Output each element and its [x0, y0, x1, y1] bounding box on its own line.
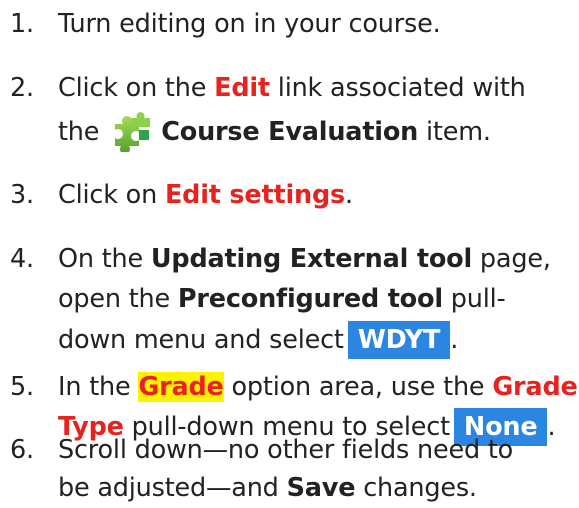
save-label: Save [286, 473, 356, 503]
updating-external-tool-label: Updating External tool [150, 244, 473, 274]
step-number: 1. [10, 9, 34, 39]
step-text: Turn editing on in your course. [58, 9, 441, 39]
step-number: 6. [10, 435, 34, 465]
text-segment: Click on [58, 180, 165, 210]
text-segment: . [450, 325, 459, 355]
step-number: 3. [10, 180, 34, 210]
course-evaluation-label: Course Evaluation [161, 117, 419, 147]
step-text: Click on Edit settings. [58, 175, 353, 215]
edit-settings-label: Edit settings [164, 180, 345, 210]
step-text-line-1: Scroll down—no other fields need to [58, 435, 514, 465]
text-segment: link associated with [269, 73, 526, 103]
step-number: 4. [10, 244, 34, 274]
text-segment: . [547, 412, 556, 442]
step-number: 5. [10, 372, 34, 402]
text-segment: On the [58, 244, 151, 274]
instruction-list: 1. Turn editing on in your course. 2. Cl… [0, 0, 579, 506]
step-text-line-3: down menu and select WDYT. [58, 320, 458, 360]
text-segment: pull- [442, 284, 506, 314]
wdyt-option-badge: WDYT [347, 321, 451, 359]
step-text-line-2: open the Preconfigured tool pull- [58, 279, 506, 319]
step-text-line-1: On the Updating External tool page, [58, 239, 551, 279]
text-segment: option area, use the [223, 372, 493, 402]
text-segment: . [345, 180, 353, 210]
preconfigured-tool-label: Preconfigured tool [177, 284, 443, 314]
text-segment: page, [472, 244, 551, 274]
step-number: 2. [10, 73, 34, 103]
text-segment: down menu and select [58, 325, 344, 355]
text-segment: the [58, 117, 100, 147]
puzzle-piece-icon [105, 112, 153, 154]
grade-highlight-label: Grade [138, 372, 224, 402]
text-segment: Click on the [58, 73, 215, 103]
step-text-line-2: be adjusted—and Save changes. [58, 468, 477, 508]
text-segment: be adjusted—and [58, 473, 287, 503]
text-segment: item. [418, 117, 491, 147]
step-text-line-1: In the Grade option area, use the Grade [58, 367, 578, 407]
step-text-line-1: Click on the Edit link associated with [58, 68, 526, 108]
text-segment: In the [58, 372, 139, 402]
step-text-line-2: the Course Evaluation item. [58, 112, 491, 154]
edit-link-label: Edit [214, 73, 270, 103]
grade-type-label-part-1: Grade [492, 372, 578, 402]
text-segment: open the [58, 284, 178, 314]
text-segment: changes. [355, 473, 477, 503]
